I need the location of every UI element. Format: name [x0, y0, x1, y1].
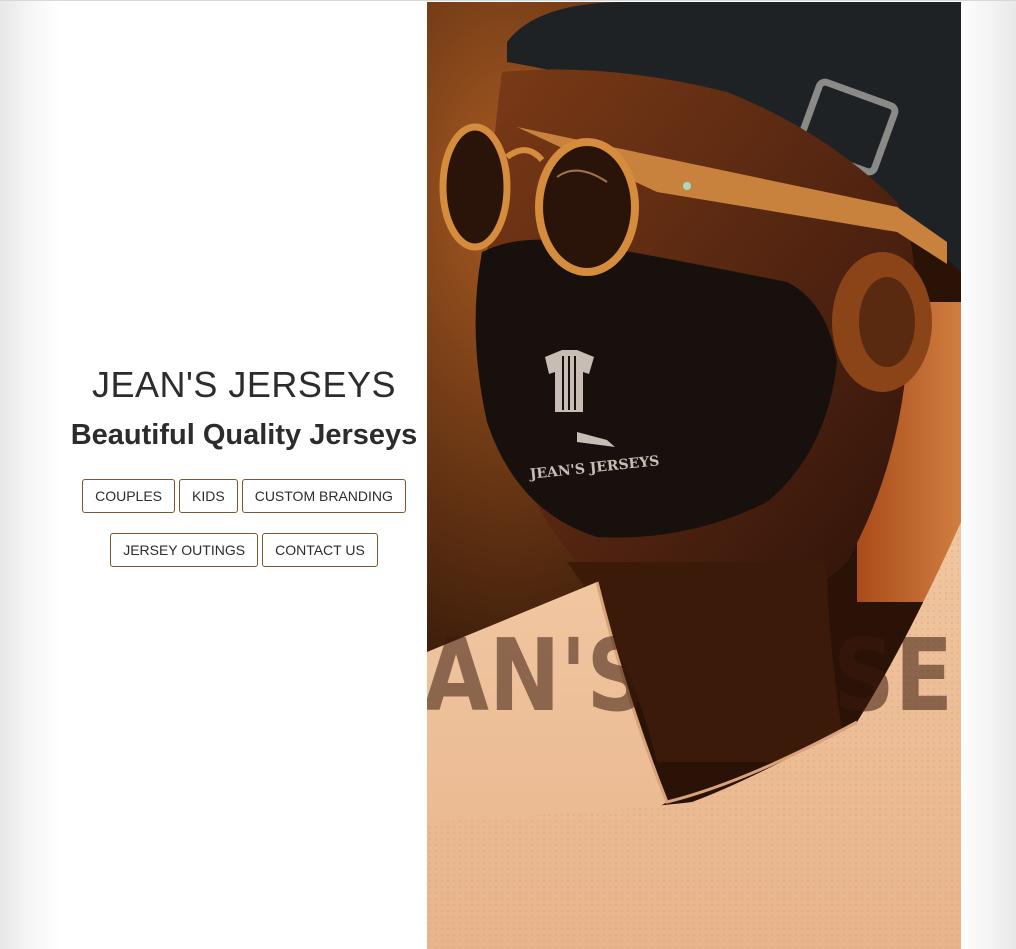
overlay-wordmark: AN'S JERSE	[427, 617, 953, 734]
nav-button-custom-branding[interactable]: CUSTOM BRANDING	[241, 479, 406, 513]
nav-row-secondary: JERSEY OUTINGS CONTACT US	[110, 533, 378, 567]
brand-panel: JEAN'S JERSEYS Beautiful Quality Jerseys…	[61, 2, 427, 949]
nav-button-contact-us[interactable]: CONTACT US	[262, 533, 378, 567]
nav-button-kids[interactable]: KIDS	[179, 479, 238, 513]
site-tagline: Beautiful Quality Jerseys	[70, 419, 418, 451]
page: JEAN'S JERSEYS Beautiful Quality Jerseys…	[61, 2, 961, 949]
nav-row-primary: COUPLES KIDS CUSTOM BRANDING	[82, 479, 406, 513]
nav-button-jersey-outings[interactable]: JERSEY OUTINGS	[110, 533, 259, 567]
hero-photo-illustration: JEAN'S JERSEYS AN'S JERSE	[427, 2, 961, 949]
hero-image: JEAN'S JERSEYS AN'S JERSE	[427, 2, 961, 949]
site-title: JEAN'S JERSEYS	[92, 364, 396, 405]
nav-button-couples[interactable]: COUPLES	[82, 479, 176, 513]
